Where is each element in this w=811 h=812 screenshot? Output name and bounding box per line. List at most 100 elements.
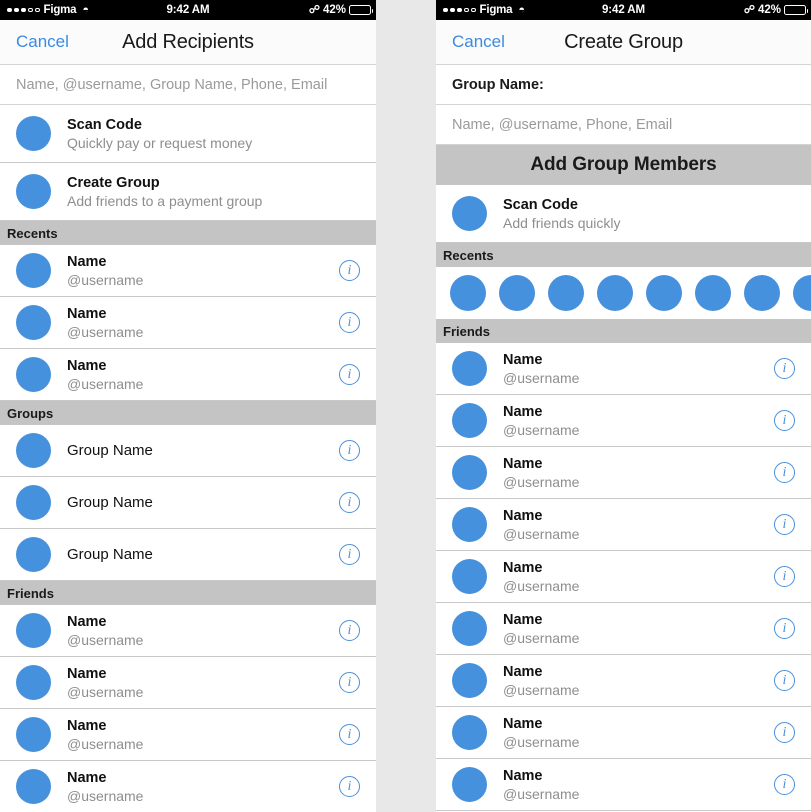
list-item[interactable]: Name @username i	[0, 761, 376, 812]
list-item[interactable]: Name @username i	[0, 245, 376, 297]
section-header-recents: Recents	[436, 243, 811, 267]
list-item-title: Name	[503, 455, 543, 472]
info-icon[interactable]: i	[774, 358, 795, 379]
avatar	[16, 357, 51, 392]
list-item-title: Name	[503, 351, 543, 368]
list-item[interactable]: Name @username i	[436, 707, 811, 759]
recents-avatar-strip[interactable]	[436, 267, 811, 319]
list-item[interactable]: Name @username i	[436, 655, 811, 707]
info-icon[interactable]: i	[339, 492, 360, 513]
info-icon[interactable]: i	[339, 364, 360, 385]
avatar[interactable]	[548, 274, 584, 311]
list-item-text: Name @username	[503, 715, 774, 751]
list-item-text: Group Name	[67, 546, 339, 564]
list-item[interactable]: Name @username i	[436, 395, 811, 447]
info-icon[interactable]: i	[774, 514, 795, 535]
info-icon[interactable]: i	[339, 440, 360, 461]
list-item[interactable]: Name @username i	[0, 657, 376, 709]
info-icon[interactable]: i	[339, 544, 360, 565]
group-name-label: Group Name:	[436, 65, 811, 105]
section-header-friends: Friends	[436, 319, 811, 343]
avatar[interactable]	[646, 274, 682, 311]
list-item-title: Name	[503, 715, 543, 732]
action-title: Scan Code	[67, 116, 142, 133]
avatar	[16, 613, 51, 648]
list-item[interactable]: Name @username i	[0, 297, 376, 349]
list-item-text: Group Name	[67, 494, 339, 512]
avatar	[452, 351, 487, 386]
list-item[interactable]: Name @username i	[436, 343, 811, 395]
list-item[interactable]: Group Name i	[0, 477, 376, 529]
list-item-title: Group Name	[67, 441, 153, 459]
avatar[interactable]	[499, 274, 535, 311]
avatar[interactable]	[450, 274, 486, 311]
list-item[interactable]: Name @username i	[436, 447, 811, 499]
list-item-title: Group Name	[67, 493, 153, 511]
avatar	[452, 611, 487, 646]
info-icon[interactable]: i	[339, 672, 360, 693]
list-item-title: Name	[503, 663, 543, 680]
info-icon[interactable]: i	[774, 774, 795, 795]
list-item-subtitle: @username	[67, 271, 144, 288]
status-bar-right-cluster: ☍ 42%	[308, 0, 373, 20]
list-item-subtitle: @username	[503, 421, 580, 438]
list-item[interactable]: Name @username i	[436, 759, 811, 811]
list-item-text: Name @username	[503, 611, 774, 647]
info-icon[interactable]: i	[774, 618, 795, 639]
list-item-text: Name @username	[67, 665, 339, 701]
info-icon[interactable]: i	[774, 462, 795, 483]
list-item-subtitle: @username	[67, 375, 144, 392]
avatar[interactable]	[744, 274, 780, 311]
avatar	[16, 537, 51, 572]
search-input[interactable]: Name, @username, Phone, Email	[436, 105, 811, 145]
avatar	[16, 769, 51, 804]
action-row-create-group[interactable]: Create Group Add friends to a payment gr…	[0, 163, 376, 221]
avatar	[452, 507, 487, 542]
list-item[interactable]: Name @username i	[0, 349, 376, 401]
list-item-subtitle: @username	[503, 629, 580, 646]
list-item-text: Name @username	[503, 351, 774, 387]
action-row-text: Scan Code Add friends quickly	[503, 196, 811, 232]
info-icon[interactable]: i	[339, 312, 360, 333]
search-input[interactable]: Name, @username, Group Name, Phone, Emai…	[0, 65, 376, 105]
info-icon[interactable]: i	[339, 724, 360, 745]
list-item[interactable]: Group Name i	[0, 425, 376, 477]
list-item[interactable]: Name @username i	[436, 603, 811, 655]
avatar	[452, 767, 487, 802]
action-row-text: Scan Code Quickly pay or request money	[67, 116, 376, 152]
list-item[interactable]: Name @username i	[436, 551, 811, 603]
list-item-text: Name @username	[67, 613, 339, 649]
action-subtitle: Add friends to a payment group	[67, 192, 263, 209]
info-icon[interactable]: i	[339, 260, 360, 281]
list-item-text: Group Name	[67, 442, 339, 460]
action-row-scan-code[interactable]: Scan Code Add friends quickly	[436, 185, 811, 243]
avatar	[16, 433, 51, 468]
list-item-title: Name	[503, 507, 543, 524]
avatar[interactable]	[695, 274, 731, 311]
list-item-text: Name @username	[67, 769, 339, 805]
info-icon[interactable]: i	[774, 410, 795, 431]
info-icon[interactable]: i	[774, 722, 795, 743]
list-item-title: Name	[67, 717, 107, 734]
list-item-text: Name @username	[503, 663, 774, 699]
battery-icon	[784, 5, 808, 15]
info-icon[interactable]: i	[774, 566, 795, 587]
list-item[interactable]: Name @username i	[436, 499, 811, 551]
avatar[interactable]	[597, 274, 633, 311]
list-item[interactable]: Name @username i	[0, 605, 376, 657]
action-row-scan-code[interactable]: Scan Code Quickly pay or request money	[0, 105, 376, 163]
status-bar-left: Figma ◓ 9:42 AM ☍ 42%	[0, 0, 376, 20]
list-item-title: Name	[503, 403, 543, 420]
list-item[interactable]: Name @username i	[0, 709, 376, 761]
avatar	[16, 485, 51, 520]
info-icon[interactable]: i	[339, 776, 360, 797]
list-item[interactable]: Group Name i	[0, 529, 376, 581]
bluetooth-icon: ☍	[308, 4, 320, 16]
list-item-subtitle: @username	[503, 733, 580, 750]
list-item-subtitle: @username	[503, 681, 580, 698]
avatar[interactable]	[793, 274, 811, 311]
list-item-subtitle: @username	[503, 473, 580, 490]
info-icon[interactable]: i	[774, 670, 795, 691]
battery-percent-label: 42%	[322, 4, 346, 16]
info-icon[interactable]: i	[339, 620, 360, 641]
